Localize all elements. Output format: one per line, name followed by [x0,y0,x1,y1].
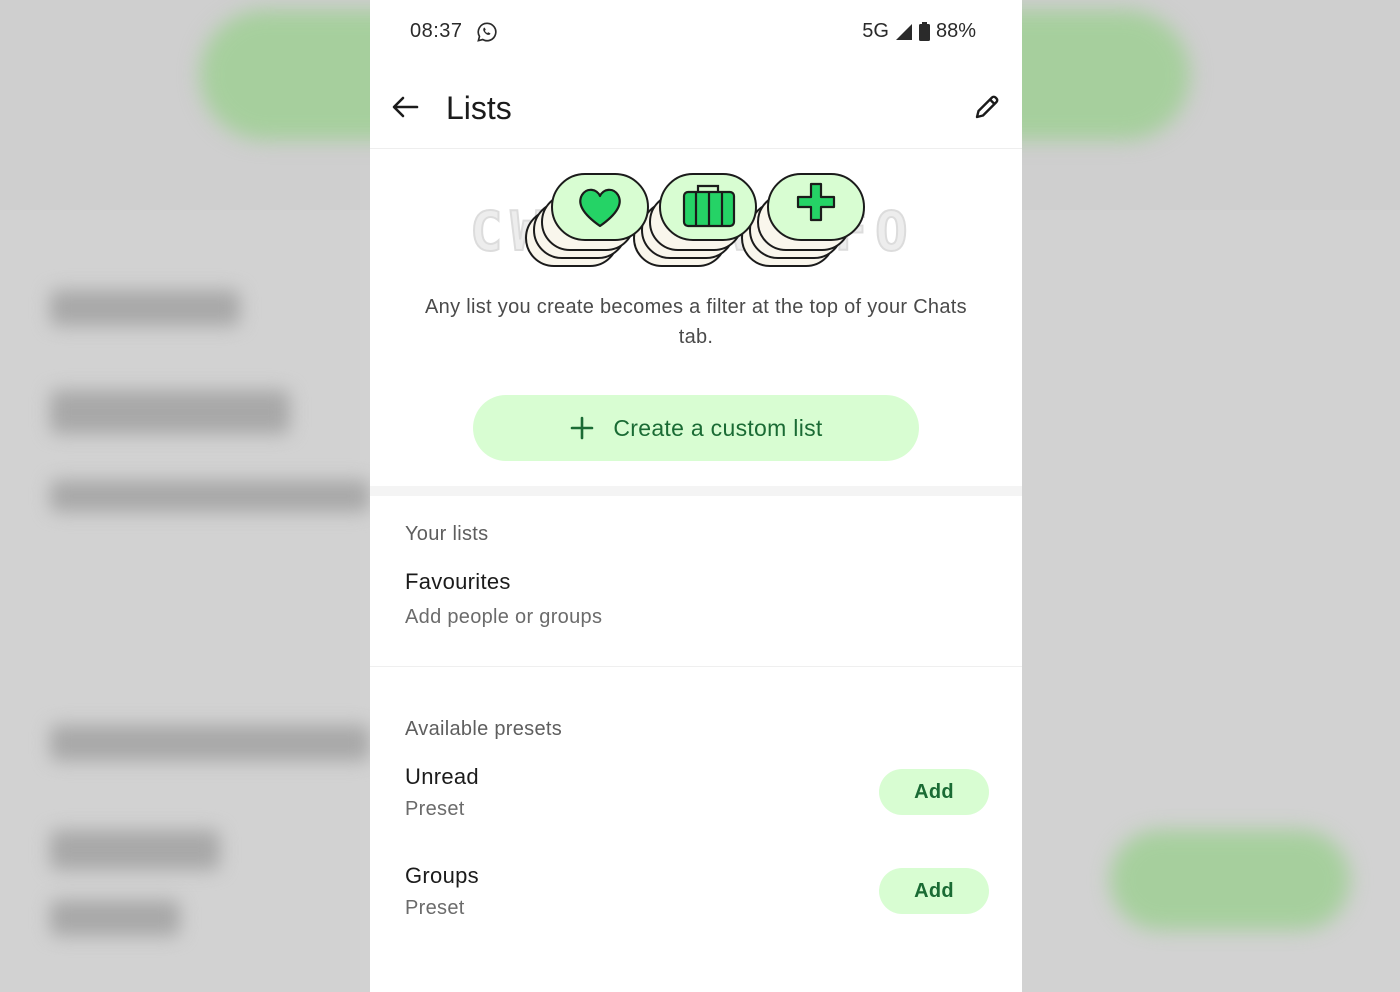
create-custom-list-button[interactable]: Create a custom list [473,395,919,461]
pencil-icon[interactable] [972,92,1002,122]
add-unread-button[interactable]: Add [879,769,989,815]
blurred-text [50,290,240,326]
section-divider [370,486,1022,496]
plus-icon [571,416,594,440]
battery-icon [918,22,930,41]
list-item-subtitle: Add people or groups [405,606,603,628]
app-bar: Lists [370,64,1022,149]
your-lists-header: Your lists [405,523,489,545]
blurred-text [50,390,290,434]
preset-subtitle: Preset [405,897,465,919]
page-title: Lists [446,90,512,126]
hero-section: CWABETAINFO [370,148,1022,486]
back-arrow-icon[interactable] [390,92,420,122]
blurred-add-button [1110,830,1350,930]
divider [370,666,1022,667]
blurred-text [50,725,370,761]
phone-screen: 08:37 5G 88% Lists CWABETAINFO [370,0,1022,992]
signal-icon [895,23,912,40]
status-bar: 08:37 5G 88% [370,0,1022,64]
blurred-text [50,830,220,870]
preset-title: Unread [405,764,479,789]
available-presets-header: Available presets [405,718,563,740]
whatsapp-icon [477,22,497,42]
network-type: 5G [862,20,889,42]
preset-title: Groups [405,863,479,888]
blurred-text [50,480,370,512]
hero-description: Any list you create becomes a filter at … [425,296,967,348]
create-custom-list-label: Create a custom list [613,414,823,441]
add-groups-button[interactable]: Add [879,868,989,914]
status-right-group: 5G 88% [862,20,976,43]
battery-level: 88% [935,20,976,42]
list-illustration [525,173,865,267]
blurred-text [50,900,180,936]
list-item-title: Favourites [405,569,511,594]
briefcase-icon [682,184,736,228]
status-time: 08:37 [410,20,463,42]
preset-subtitle: Preset [405,798,465,820]
